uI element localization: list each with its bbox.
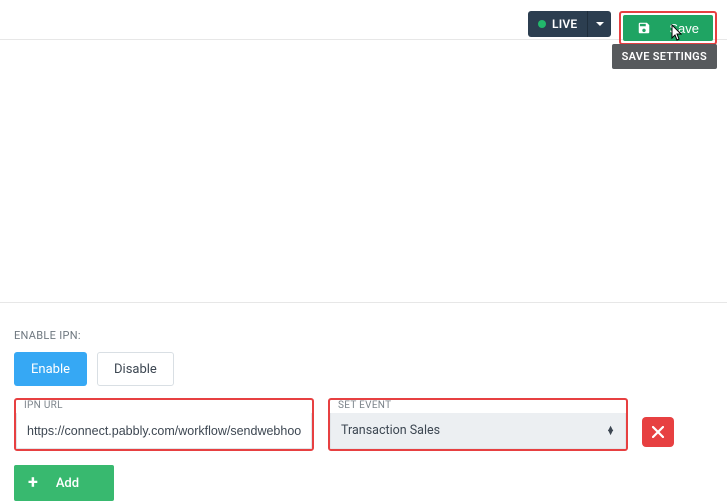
top-toolbar: LIVE Save SAVE SETTINGS (0, 0, 727, 40)
disable-button[interactable]: Disable (97, 352, 174, 386)
mode-live-pill[interactable]: LIVE (528, 11, 587, 37)
ipn-url-input[interactable] (16, 413, 312, 449)
save-button-label: Save (669, 21, 699, 36)
enable-button-label: Enable (31, 362, 70, 377)
plus-icon: + (28, 474, 38, 492)
ipn-event-value: Transaction Sales (341, 423, 440, 438)
save-button[interactable]: Save (623, 15, 713, 41)
ipn-url-field-highlight: IPN URL (14, 398, 314, 451)
content-empty-area (0, 40, 727, 303)
ipn-event-field-highlight: SET EVENT Transaction Sales ▲▼ (328, 398, 628, 451)
ipn-form: ENABLE IPN: Enable Disable IPN URL SET E… (0, 303, 727, 501)
close-icon (652, 426, 664, 438)
save-button-highlight: Save (619, 11, 717, 45)
mode-selector: LIVE (528, 11, 611, 37)
save-tooltip-text: SAVE SETTINGS (622, 50, 707, 63)
disable-button-label: Disable (114, 362, 157, 377)
add-button-label: Add (56, 476, 79, 491)
ipn-row: IPN URL SET EVENT Transaction Sales ▲▼ (14, 398, 713, 451)
sort-icon: ▲▼ (606, 427, 615, 435)
add-button[interactable]: + Add (14, 465, 114, 501)
mode-dropdown-button[interactable] (587, 11, 611, 37)
ipn-event-select[interactable]: Transaction Sales ▲▼ (330, 413, 626, 449)
enable-toggle-row: Enable Disable (14, 352, 713, 386)
enable-ipn-label: ENABLE IPN: (14, 329, 713, 342)
delete-row-button[interactable] (642, 417, 674, 447)
save-icon (637, 21, 651, 35)
save-tooltip: SAVE SETTINGS (612, 44, 717, 69)
chevron-down-icon (595, 19, 605, 29)
mode-label: LIVE (552, 17, 577, 31)
ipn-event-label: SET EVENT (338, 400, 391, 411)
enable-button[interactable]: Enable (14, 352, 87, 386)
ipn-url-label: IPN URL (24, 400, 63, 411)
status-dot-icon (538, 20, 546, 28)
